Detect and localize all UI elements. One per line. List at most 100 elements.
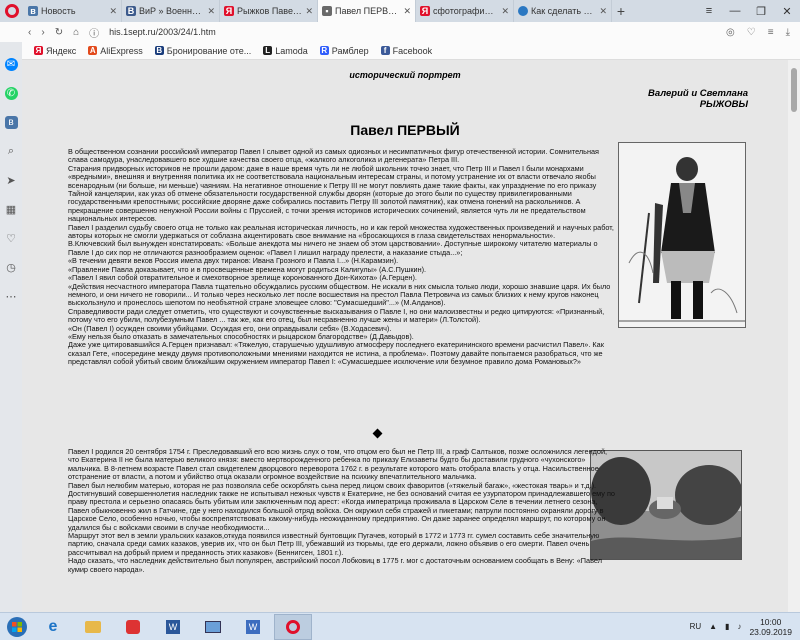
windows-taskbar: e W W RU ▲ ▮ ♪ 10:00 23.09.2019 — [0, 612, 800, 640]
article-title: Павел ПЕРВЫЙ — [350, 122, 460, 138]
tab-label: Новость — [41, 6, 76, 16]
scrollbar-thumb[interactable] — [791, 68, 797, 112]
rambler-icon: R — [319, 46, 329, 55]
word-icon: W — [166, 619, 180, 634]
clock-time: 10:00 — [760, 616, 782, 627]
window-close-icon[interactable]: ✕ — [774, 0, 800, 22]
whatsapp-icon[interactable]: ✆ — [4, 87, 18, 100]
taskbar-word-button[interactable]: W — [154, 614, 192, 640]
taskbar-opera-button[interactable] — [274, 613, 312, 640]
download-icon[interactable]: ⤓ — [786, 27, 790, 38]
reload-icon[interactable]: ↻ — [55, 27, 63, 38]
more-icon[interactable]: ⋯ — [5, 290, 18, 303]
bookmarks-bar: Я Яндекс A AliExpress B Бронирование оте...… — [0, 42, 800, 60]
home-icon[interactable]: ⌂ — [73, 27, 79, 38]
tab-search-icon[interactable]: ≡ — [696, 0, 722, 22]
close-icon[interactable]: ✕ — [599, 6, 607, 17]
new-tab-button[interactable]: + — [612, 0, 630, 22]
minimize-icon[interactable]: — — [722, 0, 748, 22]
bookmark-booking[interactable]: B Бронирование оте... — [154, 45, 252, 56]
back-icon[interactable]: ‹ — [28, 27, 31, 38]
vk-sidebar-icon[interactable]: в — [4, 116, 18, 129]
send-icon[interactable]: ➤ — [5, 174, 18, 187]
close-icon[interactable]: ✕ — [403, 6, 411, 17]
tab-bar: в Новость ✕ В ВиР » Военное обозр... ✕ Я… — [0, 0, 800, 22]
yandex-icon: Я — [420, 6, 430, 16]
vir-icon: В — [126, 6, 136, 16]
tray-arrow-icon[interactable]: ▲ — [709, 622, 717, 631]
tab-screenshot[interactable]: Как сделать скриншо... ✕ — [514, 0, 612, 22]
tab-vir[interactable]: В ВиР » Военное обозр... ✕ — [122, 0, 220, 22]
grid-icon[interactable]: ▦ — [5, 203, 18, 216]
tab-ryzhkov[interactable]: Я Рыжков Павел 1 истор... ✕ — [220, 0, 318, 22]
bookmark-yandex[interactable]: Я Яндекс — [34, 46, 76, 56]
taskbar-ie-button[interactable]: e — [34, 614, 72, 640]
opera-icon — [5, 4, 19, 18]
language-indicator[interactable]: RU — [690, 622, 702, 631]
bookmark-facebook[interactable]: f Facebook — [380, 46, 432, 56]
folder-icon — [85, 620, 101, 633]
menu-icon[interactable]: ≡ — [768, 27, 774, 38]
security-icon[interactable]: ⓘ — [89, 25, 99, 40]
paragraph: Надо сказать, что наследник действительн… — [68, 556, 602, 574]
web-page: исторический портрет Валерий и Светлана … — [22, 60, 788, 612]
facebook-icon: f — [380, 46, 390, 55]
paragraph: «Действия несчастного императора Павла т… — [68, 281, 611, 308]
network-icon[interactable]: ▮ — [725, 622, 729, 631]
author-line: РЫЖОВЫ — [699, 99, 748, 110]
section-divider-icon — [372, 428, 383, 439]
article-authors: Валерий и Светлана РЫЖОВЫ — [648, 88, 748, 110]
portrait-image — [618, 142, 746, 328]
tab-photo[interactable]: Я сфотографировать э... ✕ — [416, 0, 514, 22]
bookmark-aliexpress[interactable]: A AliExpress — [88, 46, 143, 56]
paragraph: Павел I родился 20 сентября 1754 г. Прес… — [68, 447, 608, 482]
bookmark-label: AliExpress — [100, 45, 143, 56]
rubric: исторический портрет — [349, 70, 461, 80]
close-icon[interactable]: ✕ — [305, 6, 313, 17]
yandex-icon: Я — [34, 46, 43, 55]
taskbar-paint-button[interactable] — [194, 614, 232, 640]
tab-label: Павел ПЕРВЫЙ — [335, 6, 401, 16]
start-button[interactable] — [0, 613, 34, 640]
taskbar-app-button[interactable] — [114, 614, 152, 640]
bookmark-rambler[interactable]: R Рамблер — [319, 46, 369, 56]
volume-icon[interactable]: ♪ — [737, 622, 741, 631]
vk-icon: в — [28, 6, 38, 16]
tab-pavel-active[interactable]: ▪ Павел ПЕРВЫЙ ✕ — [318, 0, 416, 22]
article-text-part1: В общественном сознании российский импер… — [68, 147, 616, 367]
close-icon[interactable]: ✕ — [109, 6, 117, 17]
opera-menu-button[interactable] — [0, 0, 24, 22]
clock[interactable]: 10:00 23.09.2019 — [749, 617, 792, 637]
taskbar-explorer-button[interactable] — [74, 614, 112, 640]
page-scrollbar[interactable] — [788, 60, 800, 612]
ie-icon: e — [48, 617, 58, 635]
url-field[interactable]: his.1sept.ru/2003/24/1.htm — [109, 27, 716, 37]
clock-date: 23.09.2019 — [749, 626, 792, 637]
messenger-icon[interactable]: ✉ — [4, 58, 18, 71]
history-icon[interactable]: ◷ — [5, 261, 18, 274]
camera-icon[interactable]: ◎ — [726, 27, 735, 38]
paragraph: В.Ключевский был вынужден констатировать… — [68, 239, 598, 257]
maximize-icon[interactable]: ❐ — [748, 0, 774, 22]
opera-icon — [286, 619, 300, 634]
heart-sidebar-icon[interactable]: ♡ — [5, 232, 18, 245]
taskbar-word2-button[interactable]: W — [234, 614, 272, 640]
tab-label: сфотографировать э... — [433, 6, 498, 16]
bookmark-label: Яндекс — [46, 45, 77, 56]
paint-icon — [205, 620, 221, 633]
bookmark-lamoda[interactable]: L Lamoda — [263, 46, 308, 56]
system-tray: RU ▲ ▮ ♪ 10:00 23.09.2019 — [690, 617, 800, 637]
bookmark-label: Бронирование оте... — [166, 45, 252, 56]
aliexpress-icon: A — [88, 46, 98, 55]
close-icon[interactable]: ✕ — [501, 6, 509, 17]
yandex-icon: Я — [224, 6, 234, 16]
tab-news[interactable]: в Новость ✕ — [24, 0, 122, 22]
close-icon[interactable]: ✕ — [207, 6, 215, 17]
paragraph: Маршрут этот вел в земли уральских казак… — [68, 531, 600, 557]
heart-icon[interactable]: ♡ — [747, 27, 756, 38]
search-icon[interactable]: ⌕ — [5, 145, 18, 158]
forward-icon[interactable]: › — [41, 27, 44, 38]
dot-icon — [518, 6, 528, 16]
tab-label: Как сделать скриншо... — [531, 6, 596, 16]
paragraph: Достигнувший совершеннолетия наследник т… — [68, 489, 615, 532]
